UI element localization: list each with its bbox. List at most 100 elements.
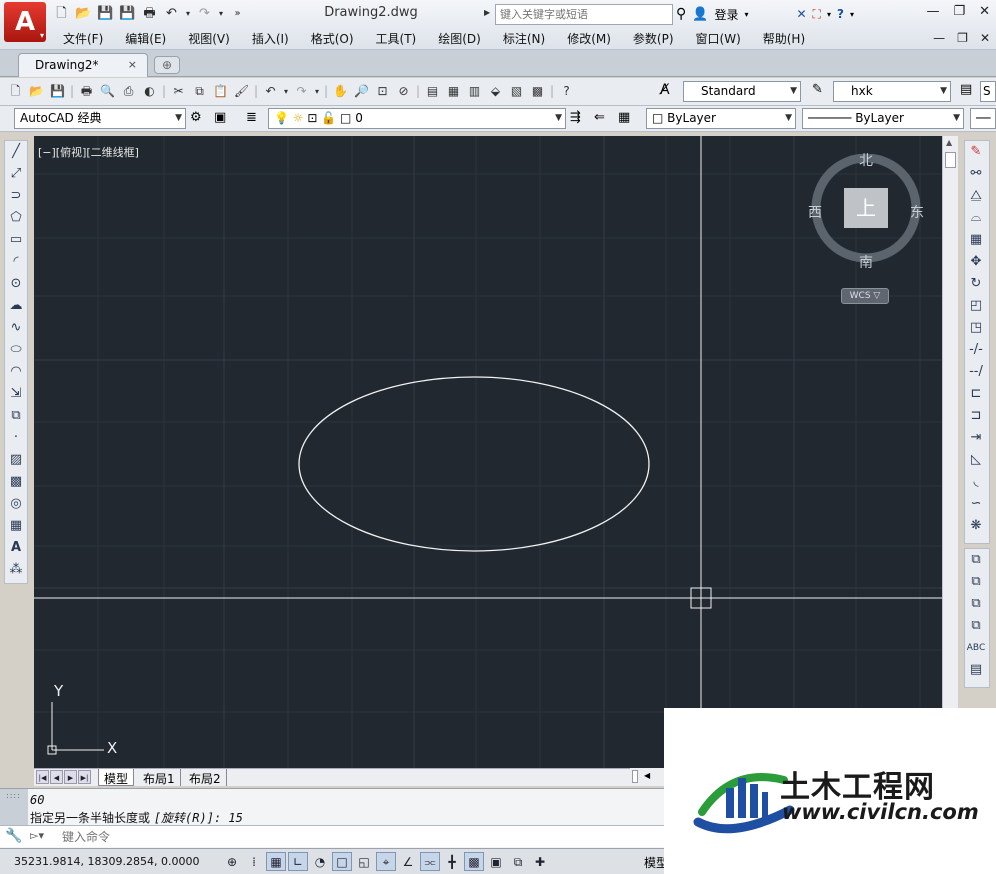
- multiline-text-icon[interactable]: A: [5, 537, 27, 559]
- explode-icon[interactable]: ❋: [965, 515, 987, 537]
- add-selected-icon[interactable]: ⁂: [5, 559, 27, 581]
- text-style-select[interactable]: Standard ▼: [683, 81, 801, 102]
- color-select[interactable]: □ ByLayer ▼: [646, 108, 796, 129]
- erase-icon[interactable]: ✎: [965, 141, 987, 163]
- hscroll-thumb[interactable]: [632, 770, 638, 783]
- bring-above-icon[interactable]: ⧉: [965, 593, 987, 615]
- construction-line-icon[interactable]: ⤢: [5, 163, 27, 185]
- login-dropdown-icon[interactable]: ▾: [744, 10, 748, 19]
- minimize-icon[interactable]: —: [926, 4, 939, 19]
- help-icon[interactable]: ?: [557, 82, 576, 101]
- undo-icon[interactable]: ↶: [261, 82, 280, 101]
- layer-select[interactable]: 💡 ☼ ⊡ 🔓 □ 0 ▼: [268, 108, 566, 129]
- offset-icon[interactable]: ⌓: [965, 207, 987, 229]
- command-grip[interactable]: ::::: [0, 789, 28, 825]
- scroll-thumb[interactable]: [945, 152, 956, 168]
- ellipse-icon[interactable]: ⬭: [5, 339, 27, 361]
- blend-curves-icon[interactable]: ∽: [965, 493, 987, 515]
- zoom-window-icon[interactable]: ⊡: [373, 82, 392, 101]
- properties-icon[interactable]: ▤: [423, 82, 442, 101]
- polar-tracking-icon[interactable]: ◔: [310, 852, 330, 871]
- copy-object-icon[interactable]: ⚯: [965, 163, 987, 185]
- menu-modify[interactable]: 修改(M): [556, 30, 622, 48]
- markup-icon[interactable]: ▧: [507, 82, 526, 101]
- layer-previous-icon[interactable]: ⇐: [594, 110, 605, 125]
- clean-screen-icon[interactable]: ▣: [214, 110, 226, 125]
- ortho-mode-icon[interactable]: ∟: [288, 852, 308, 871]
- compass-east[interactable]: 东: [910, 202, 924, 222]
- layer-states-icon[interactable]: ▦: [618, 110, 630, 125]
- ellipse-arc-icon[interactable]: ◠: [5, 361, 27, 383]
- new-tab-button[interactable]: ⊕: [154, 56, 180, 74]
- insert-block-icon[interactable]: ⇲: [5, 383, 27, 405]
- first-layout-icon[interactable]: |◀: [36, 770, 49, 784]
- viewcube[interactable]: 北 南 东 西 上 WCS ▽: [808, 153, 930, 324]
- tab-model[interactable]: 模型: [98, 769, 135, 786]
- exchange-icon[interactable]: ✕: [796, 7, 806, 21]
- login-link[interactable]: 登录: [714, 6, 738, 23]
- region-icon[interactable]: ◎: [5, 493, 27, 515]
- spline-icon[interactable]: ∿: [5, 317, 27, 339]
- tab-layout2[interactable]: 布局2: [184, 769, 227, 786]
- tab-layout1[interactable]: 布局1: [138, 769, 181, 786]
- send-to-back-icon[interactable]: ⧉: [965, 571, 987, 593]
- menu-parametric[interactable]: 参数(P): [622, 30, 685, 48]
- close-icon[interactable]: ✕: [979, 4, 990, 19]
- doc-restore-icon[interactable]: ❐: [957, 31, 968, 45]
- polygon-icon[interactable]: ⬠: [5, 207, 27, 229]
- tab-close-icon[interactable]: ×: [128, 58, 137, 71]
- help-icon[interactable]: ?: [837, 7, 844, 21]
- pan-icon[interactable]: ✋: [331, 82, 350, 101]
- transparency-icon[interactable]: ▩: [464, 852, 484, 871]
- array-icon[interactable]: ▦: [965, 229, 987, 251]
- 3d-object-snap-icon[interactable]: ◱: [354, 852, 374, 871]
- menu-edit[interactable]: 编辑(E): [114, 30, 177, 48]
- menu-tools[interactable]: 工具(T): [365, 30, 428, 48]
- point-icon[interactable]: ·: [5, 427, 27, 449]
- viewport-controls-label[interactable]: [−][俯视][二维线框]: [38, 144, 139, 160]
- command-input[interactable]: [62, 828, 652, 845]
- vertical-scrollbar[interactable]: ▲: [942, 136, 958, 768]
- menu-draw[interactable]: 绘图(D): [427, 30, 492, 48]
- break-icon[interactable]: ⊐: [965, 405, 987, 427]
- compass-south[interactable]: 南: [859, 252, 873, 272]
- plot-preview-icon[interactable]: 🔍: [98, 82, 117, 101]
- doc-close-icon[interactable]: ✕: [980, 31, 990, 45]
- viewcube-top-face[interactable]: 上: [844, 188, 888, 228]
- mirror-icon[interactable]: ⧋: [965, 185, 987, 207]
- linetype-select[interactable]: ────── ByLayer ▼: [802, 108, 964, 129]
- object-snap-icon[interactable]: □: [332, 852, 352, 871]
- match-properties-icon[interactable]: 🖌: [232, 82, 251, 101]
- send-under-icon[interactable]: ⧉: [965, 615, 987, 637]
- undo-dropdown-icon[interactable]: ▾: [282, 82, 290, 101]
- menu-window[interactable]: 窗口(W): [685, 30, 752, 48]
- compass-west[interactable]: 西: [808, 202, 822, 222]
- lineweight-icon[interactable]: ╋: [442, 852, 462, 871]
- quick-properties-icon[interactable]: ▣: [486, 852, 506, 871]
- scroll-left-icon[interactable]: ◀: [644, 771, 650, 780]
- redo-icon[interactable]: ↷: [292, 82, 311, 101]
- wrench-icon[interactable]: 🔧: [4, 828, 24, 846]
- table-icon[interactable]: ▦: [5, 515, 27, 537]
- fillet-icon[interactable]: ◟: [965, 471, 987, 493]
- menu-view[interactable]: 视图(V): [177, 30, 241, 48]
- last-layout-icon[interactable]: ▶|: [78, 770, 91, 784]
- menu-insert[interactable]: 插入(I): [241, 30, 300, 48]
- cut-icon[interactable]: ✂: [169, 82, 188, 101]
- copy-icon[interactable]: ⧉: [190, 82, 209, 101]
- dynamic-input-icon[interactable]: ⫗: [420, 852, 440, 871]
- scale-icon[interactable]: ◰: [965, 295, 987, 317]
- dimension-style-select[interactable]: hxk ▼: [833, 81, 951, 102]
- arc-icon[interactable]: ◜: [5, 251, 27, 273]
- prev-layout-icon[interactable]: ◀: [50, 770, 63, 784]
- coordinates-readout[interactable]: 35231.9814, 18309.2854, 0.0000: [14, 855, 199, 868]
- dimension-style-icon[interactable]: ✎: [812, 82, 823, 97]
- circle-icon[interactable]: ⊙: [5, 273, 27, 295]
- layer-properties-icon[interactable]: ≣: [246, 110, 257, 125]
- join-icon[interactable]: ⇥: [965, 427, 987, 449]
- hatch-to-back-icon[interactable]: ▤: [965, 659, 987, 681]
- scroll-up-icon[interactable]: ▲: [946, 138, 952, 147]
- grid-display-icon[interactable]: ▦: [266, 852, 286, 871]
- rotate-icon[interactable]: ↻: [965, 273, 987, 295]
- menu-format[interactable]: 格式(O): [300, 30, 365, 48]
